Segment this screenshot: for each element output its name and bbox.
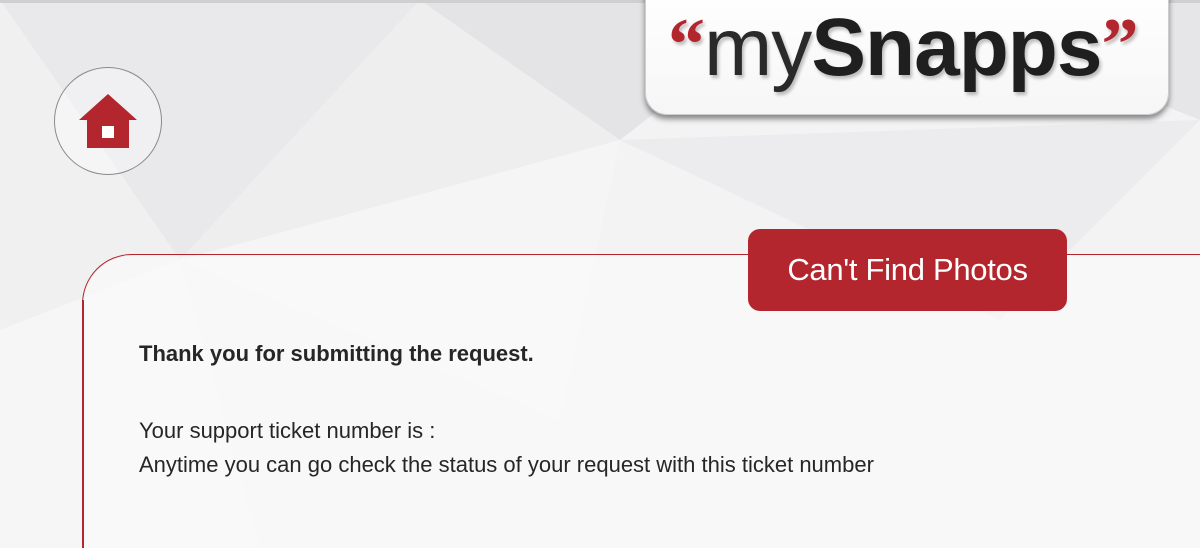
logo-open-quote: “	[668, 4, 705, 86]
panel-border-left	[82, 300, 84, 548]
home-icon	[79, 94, 137, 148]
home-button[interactable]	[54, 67, 162, 175]
ticket-number-label: Your support ticket number is :	[139, 418, 436, 443]
panel-title-tab: Can't Find Photos	[748, 229, 1067, 311]
ticket-number-line: Your support ticket number is :	[139, 418, 435, 444]
logo[interactable]: “mySnapps”	[645, 0, 1169, 115]
logo-my: my	[704, 2, 812, 93]
thank-you-message: Thank you for submitting the request.	[139, 341, 534, 366]
status-instructions: Anytime you can go check the status of y…	[139, 452, 874, 477]
logo-text: “mySnapps”	[668, 0, 1138, 99]
logo-snapps: Snapps	[811, 2, 1102, 93]
logo-close-quote: ”	[1101, 4, 1138, 86]
